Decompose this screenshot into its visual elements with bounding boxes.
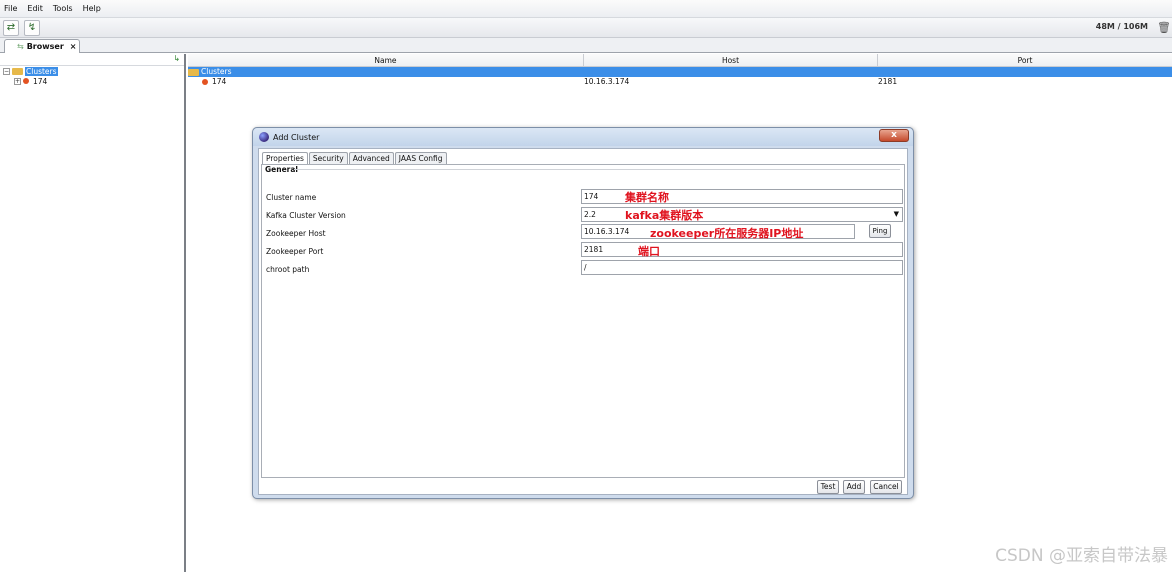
- grid-cell-name: Clusters: [188, 67, 584, 77]
- dialog-title: Add Cluster: [273, 132, 320, 142]
- folder-icon: [188, 68, 199, 76]
- zookeeper-port-label: Zookeeper Port: [266, 247, 324, 256]
- grid-cell-port: [878, 67, 1172, 77]
- connection-settings-icon[interactable]: ↯: [24, 20, 40, 36]
- grid-cell-host: [584, 67, 878, 77]
- app-logo-icon: [259, 132, 269, 142]
- menu-help[interactable]: Help: [83, 4, 101, 13]
- add-cluster-dialog: Add Cluster x Properties Security Advanc…: [252, 127, 914, 499]
- column-port[interactable]: Port: [878, 54, 1172, 66]
- chroot-path-label: chroot path: [266, 265, 310, 274]
- tab-advanced[interactable]: Advanced: [348, 152, 394, 164]
- kafka-version-label: Kafka Cluster Version: [266, 211, 346, 220]
- zookeeper-host-label: Zookeeper Host: [266, 229, 326, 238]
- group-divider: [294, 169, 900, 170]
- toolbar: ⇄ ↯ 48M / 106M 🗑: [0, 18, 1172, 38]
- refresh-arrow-icon[interactable]: ↳: [173, 54, 180, 63]
- chroot-path-input[interactable]: /: [581, 260, 903, 275]
- watermark: CSDN @亚索自带法暴: [995, 546, 1168, 566]
- menu-edit[interactable]: Edit: [27, 4, 43, 13]
- memory-usage: 48M / 106M: [1095, 22, 1148, 31]
- tab-strip: ⇆ Browser ×: [0, 38, 1172, 53]
- cluster-tree-panel: ↳ − Clusters + 174: [0, 54, 186, 572]
- zookeeper-port-annotation: 端口: [638, 245, 660, 258]
- cluster-node-icon: [23, 78, 29, 84]
- grid-cell-name: 174: [188, 77, 584, 87]
- grid-cell-host: 10.16.3.174: [584, 77, 630, 86]
- garbage-collect-icon[interactable]: 🗑: [1157, 21, 1171, 34]
- kafka-version-value: 2.2: [584, 210, 596, 219]
- folder-icon: [12, 67, 23, 75]
- tree-item-clusters[interactable]: − Clusters: [0, 66, 184, 76]
- cancel-button[interactable]: Cancel: [870, 480, 902, 494]
- tab-security[interactable]: Security: [308, 152, 348, 164]
- expand-icon[interactable]: +: [14, 77, 21, 85]
- row-name-label: 174: [212, 77, 227, 86]
- close-icon[interactable]: x: [879, 129, 909, 142]
- row-name-label: Clusters: [201, 67, 232, 76]
- dialog-body: Properties Security Advanced JAAS Config…: [258, 148, 908, 495]
- grid-header: Name Host Port: [188, 54, 1172, 67]
- tree-item-clusters-label: Clusters: [25, 66, 58, 76]
- zookeeper-host-annotation: zookeeper所在服务器IP地址: [650, 227, 804, 240]
- properties-panel: General Cluster name 174 Kafka Cluster V…: [261, 164, 905, 478]
- cluster-name-label: Cluster name: [266, 193, 317, 202]
- tree-item-174-label: 174: [33, 76, 48, 86]
- tab-browser-label: Browser: [26, 42, 64, 51]
- tab-close-icon[interactable]: ×: [70, 42, 77, 51]
- table-row[interactable]: Clusters: [188, 67, 1172, 77]
- column-host[interactable]: Host: [584, 54, 878, 66]
- test-button[interactable]: Test: [817, 480, 839, 494]
- menu-file[interactable]: File: [4, 4, 17, 13]
- tree-item-174[interactable]: + 174: [0, 76, 184, 86]
- menu-bar: File Edit Tools Help: [0, 0, 1172, 18]
- column-name[interactable]: Name: [188, 54, 584, 66]
- add-connection-icon[interactable]: ⇄: [3, 20, 19, 36]
- tab-jaas-config[interactable]: JAAS Config: [394, 152, 447, 164]
- ping-button[interactable]: Ping: [869, 224, 891, 238]
- table-row[interactable]: 174 10.16.3.174 2181: [188, 77, 1172, 87]
- grid-cell-port: 2181: [878, 77, 898, 86]
- kafka-version-annotation: kafka集群版本: [625, 209, 704, 222]
- add-button[interactable]: Add: [843, 480, 865, 494]
- chevron-down-icon[interactable]: ▼: [894, 208, 899, 221]
- collapse-icon[interactable]: −: [3, 67, 10, 75]
- cluster-node-icon: [202, 79, 208, 85]
- tab-browser[interactable]: ⇆ Browser ×: [4, 39, 80, 53]
- tree-header: ↳: [0, 54, 184, 66]
- dialog-title-bar[interactable]: Add Cluster x: [253, 128, 913, 146]
- cluster-name-annotation: 集群名称: [625, 191, 669, 204]
- browser-icon: ⇆: [17, 42, 24, 51]
- zookeeper-port-input[interactable]: 2181: [581, 242, 903, 257]
- menu-tools[interactable]: Tools: [53, 4, 73, 13]
